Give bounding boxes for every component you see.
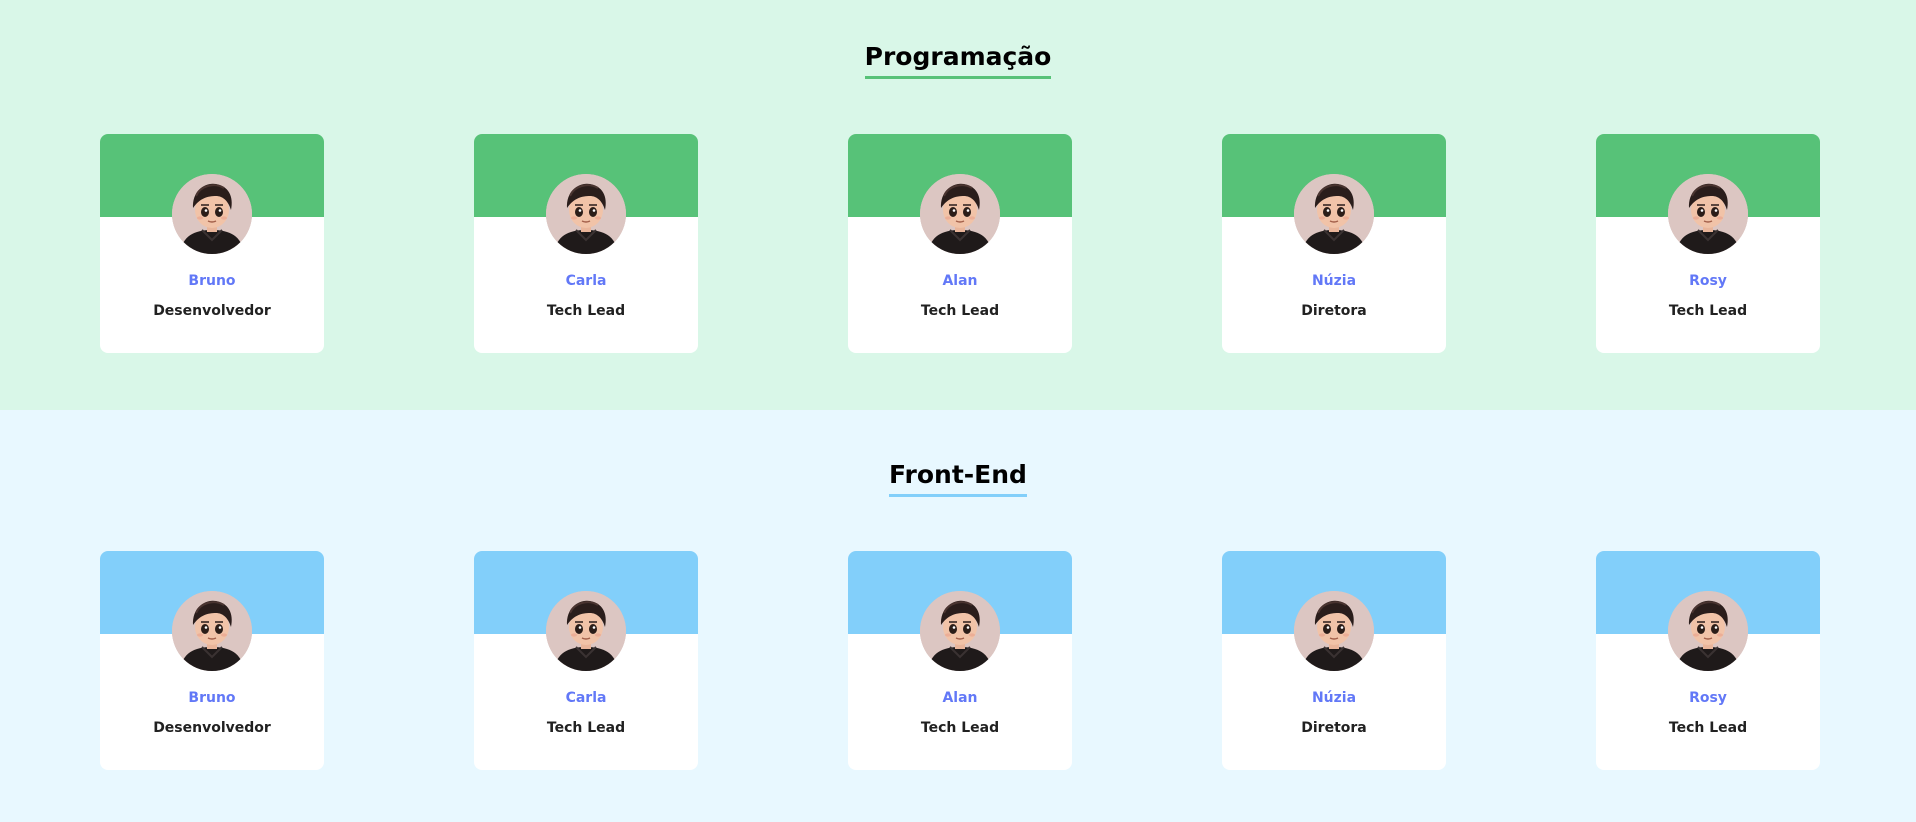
member-cards: Bruno Desenvolvedor Carla Tech Lead Alan… [0,134,1916,353]
member-card: Bruno Desenvolvedor [100,134,324,353]
member-name: Rosy [1689,273,1727,289]
member-name: Alan [942,690,978,706]
member-role: Tech Lead [920,303,1000,319]
member-name: Carla [565,273,607,289]
section-title-text: Front-End [889,460,1027,497]
member-role: Tech Lead [546,720,626,736]
member-card: Núzia Diretora [1222,551,1446,770]
member-role: Tech Lead [1668,720,1748,736]
avatar-icon [1294,591,1374,671]
avatar-icon [546,591,626,671]
team-section-programacao: Programação Bruno Desenvolvedor Carla Te… [0,0,1916,410]
member-role: Tech Lead [546,303,626,319]
team-section-front-end: Front-End Bruno Desenvolvedor Carla Tech… [0,410,1916,822]
member-role: Tech Lead [1668,303,1748,319]
member-card: Carla Tech Lead [474,551,698,770]
member-card: Rosy Tech Lead [1596,134,1820,353]
member-role: Desenvolvedor [153,720,271,736]
member-card: Bruno Desenvolvedor [100,551,324,770]
member-name: Bruno [188,690,236,706]
avatar-icon [920,591,1000,671]
avatar-icon [172,591,252,671]
avatar-icon [1294,174,1374,254]
member-role: Desenvolvedor [153,303,271,319]
section-title: Programação [0,42,1916,79]
member-card: Alan Tech Lead [848,551,1072,770]
member-name: Rosy [1689,690,1727,706]
avatar-icon [1668,591,1748,671]
avatar-icon [920,174,1000,254]
member-name: Alan [942,273,978,289]
member-role: Diretora [1301,720,1367,736]
avatar-icon [172,174,252,254]
section-title: Front-End [0,460,1916,497]
member-name: Núzia [1311,690,1357,706]
member-card: Núzia Diretora [1222,134,1446,353]
member-role: Diretora [1301,303,1367,319]
member-name: Núzia [1311,273,1357,289]
member-name: Bruno [188,273,236,289]
avatar-icon [1668,174,1748,254]
member-role: Tech Lead [920,720,1000,736]
member-cards: Bruno Desenvolvedor Carla Tech Lead Alan… [0,551,1916,770]
section-title-text: Programação [864,42,1052,79]
member-card: Alan Tech Lead [848,134,1072,353]
member-card: Rosy Tech Lead [1596,551,1820,770]
avatar-icon [546,174,626,254]
member-name: Carla [565,690,607,706]
member-card: Carla Tech Lead [474,134,698,353]
